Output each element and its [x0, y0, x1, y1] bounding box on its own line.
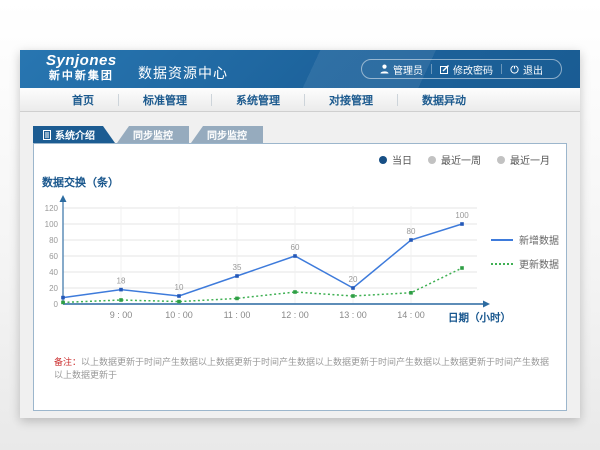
header-actions: 管理员 修改密码 退出 [361, 59, 562, 79]
tab-label: 同步监控 [207, 127, 247, 142]
header: Synjones 新中新集团 数据资源中心 管理员 修改密码 退出 [20, 50, 580, 88]
change-password-label: 修改密码 [453, 62, 493, 77]
svg-text:14 : 00: 14 : 00 [397, 310, 425, 320]
svg-text:20: 20 [49, 284, 58, 293]
app-window: Synjones 新中新集团 数据资源中心 管理员 修改密码 退出 首页标准管理… [20, 50, 580, 418]
line-chart: 0 20 40 60 80 100 120 9 : 00 10 : 00 11 : 00 12 : … [43, 192, 543, 332]
svg-text:11 : 00: 11 : 00 [224, 310, 251, 320]
svg-text:40: 40 [49, 268, 58, 277]
logout-label: 退出 [523, 62, 543, 77]
tab-label: 同步监控 [133, 127, 173, 142]
nav-item-5[interactable]: 数据异动 [398, 92, 490, 108]
legend-item-1: 新增数据 [491, 232, 559, 247]
svg-text:20: 20 [349, 275, 358, 284]
radio-label: 最近一周 [441, 152, 481, 167]
nav-item-3[interactable]: 系统管理 [212, 92, 304, 108]
svg-text:60: 60 [49, 252, 58, 261]
svg-text:10 : 00: 10 : 00 [165, 310, 193, 320]
radio-option-2[interactable]: 最近一周 [428, 152, 481, 167]
radio-label: 最近一月 [510, 152, 550, 167]
tab-label: 系统介绍 [55, 127, 95, 142]
radio-option-1[interactable]: 当日 [379, 152, 412, 167]
legend-swatch [491, 263, 513, 265]
edit-icon [440, 65, 449, 74]
svg-text:35: 35 [233, 263, 242, 272]
footnote-text: 以上数据更新于时间产生数据以上数据更新于时间产生数据以上数据更新于时间产生数据以… [54, 357, 549, 380]
time-range-filter: 当日 最近一周 最近一月 [379, 152, 550, 167]
svg-text:13 : 00: 13 : 00 [339, 310, 367, 320]
svg-text:10: 10 [175, 283, 184, 292]
content-panel: 当日 最近一周 最近一月 数据交换（条） 0 20 40 60 80 100 120 9 : 00… [33, 143, 567, 411]
tab-2[interactable]: 同步监控 [117, 126, 189, 143]
svg-text:80: 80 [407, 227, 416, 236]
footnote-prefix: 备注： [54, 357, 81, 367]
svg-text:100: 100 [455, 211, 469, 220]
svg-text:120: 120 [45, 204, 59, 213]
svg-text:60: 60 [291, 243, 300, 252]
tab-bar: 系统介绍 同步监控 同步监控 [33, 126, 263, 143]
power-icon [510, 65, 519, 74]
user-label: 管理员 [393, 62, 423, 77]
logout-button[interactable]: 退出 [502, 62, 551, 77]
legend-label: 更新数据 [519, 256, 559, 271]
footnote: 备注：以上数据更新于时间产生数据以上数据更新于时间产生数据以上数据更新于时间产生… [54, 356, 550, 381]
logo-text-cn: 新中新集团 [46, 70, 117, 82]
legend-label: 新增数据 [519, 232, 559, 247]
main-nav: 首页标准管理系统管理对接管理数据异动 [20, 88, 580, 112]
svg-text:100: 100 [45, 220, 59, 229]
radio-option-3[interactable]: 最近一月 [497, 152, 550, 167]
tab-1[interactable]: 系统介绍 [33, 126, 115, 143]
tab-3[interactable]: 同步监控 [191, 126, 263, 143]
logo: Synjones 新中新集团 [46, 53, 117, 82]
svg-text:9 : 00: 9 : 00 [110, 310, 133, 320]
svg-text:18: 18 [117, 277, 126, 286]
nav-item-1[interactable]: 首页 [48, 92, 118, 108]
logo-text-en: Synjones [46, 53, 117, 70]
legend-swatch [491, 239, 513, 241]
nav-item-4[interactable]: 对接管理 [305, 92, 397, 108]
document-icon [43, 130, 51, 140]
svg-text:12 : 00: 12 : 00 [281, 310, 309, 320]
user-button[interactable]: 管理员 [372, 62, 431, 77]
radio-dot [428, 156, 436, 164]
radio-label: 当日 [392, 152, 412, 167]
nav-item-2[interactable]: 标准管理 [119, 92, 211, 108]
svg-text:80: 80 [49, 236, 58, 245]
y-axis-title: 数据交换（条） [42, 174, 119, 190]
user-icon [380, 64, 389, 74]
app-title: 数据资源中心 [138, 63, 228, 83]
legend-item-2: 更新数据 [491, 256, 559, 271]
change-password-button[interactable]: 修改密码 [432, 62, 501, 77]
svg-text:日期（小时）: 日期（小时） [448, 311, 511, 324]
radio-dot [379, 156, 387, 164]
svg-text:0: 0 [54, 300, 59, 309]
chart-legend: 新增数据更新数据 [491, 232, 559, 271]
radio-dot [497, 156, 505, 164]
